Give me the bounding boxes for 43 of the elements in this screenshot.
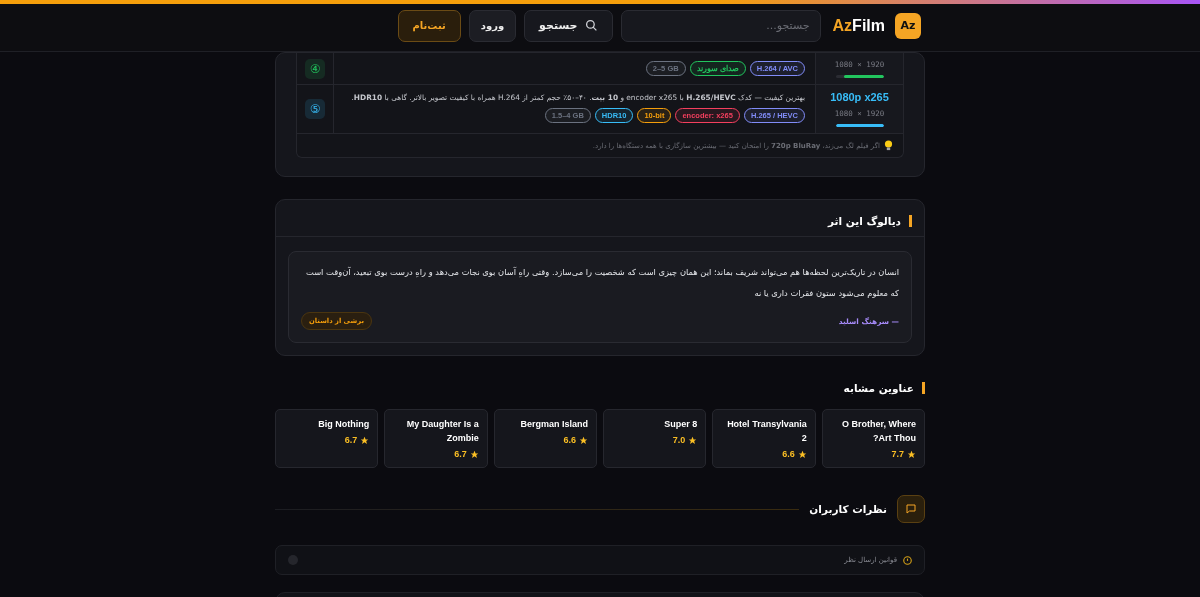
movie-title: My Daughter Is a Zombie [405, 418, 479, 445]
movie-title: Big Nothing [318, 418, 370, 431]
search-icon [584, 19, 598, 32]
quality-bar [835, 74, 884, 78]
movie-card[interactable]: Hotel Transylvania 2 6.6 [712, 409, 816, 468]
star-icon [797, 449, 807, 459]
movie-card[interactable]: My Daughter Is a Zombie 6.7 [384, 409, 488, 468]
number-badge: ⑤ [305, 99, 325, 119]
star-icon [360, 435, 370, 445]
movie-title: O Brother, Where Art Thou? [841, 418, 916, 445]
rating-text: 7.0 [672, 435, 686, 445]
star-icon [579, 435, 588, 445]
rating-text: 6.6 [782, 449, 795, 459]
logo-text[interactable]: AzFilm [832, 16, 885, 35]
movie-title: Hotel Transylvania 2 [726, 418, 807, 445]
rating-text: 6.6 [563, 435, 576, 445]
search-button[interactable]: جستجو [524, 9, 613, 42]
movie-card[interactable]: Bergman Island 6.6 [493, 409, 597, 468]
movie-card[interactable]: Big Nothing 6.7 [275, 409, 379, 468]
rating-text: 7.7 [891, 449, 904, 459]
number-badge: ④ [305, 58, 325, 79]
lightbulb-icon [884, 140, 893, 151]
rating-text: 6.7 [454, 449, 467, 459]
rating-text: 6.7 [344, 435, 358, 445]
info-icon [903, 555, 912, 565]
movie-card[interactable]: O Brother, Where Art Thou? 7.7 [821, 409, 925, 468]
quote-text: انسان در تاریک‌ترین لحظه‌ها هم می‌تواند شریف بماند؛ این همان چیزی است که شخصیت را می‌سازد. وقتی راهِ آسان بوی نجات می‌دهد و راهِ درست بوی تبعید، آن‌وقت است که معلوم می‌شود ستون فقرات داری یا نه [305, 266, 899, 300]
search-field[interactable]: جستجو... [620, 9, 821, 42]
movie-title: Bergman Island [520, 418, 588, 431]
section-title: دیالوگ این اثر [828, 215, 912, 227]
section-title: نظرات کاربران [809, 503, 887, 515]
movie-card[interactable]: Super 8 7.0 [603, 409, 707, 468]
quality-title: 1080p x265 [830, 91, 889, 103]
login-button[interactable]: ورود [468, 9, 517, 42]
signup-button[interactable]: ثبت‌نام [397, 9, 461, 42]
comment-icon [897, 495, 925, 523]
star-icon [688, 435, 698, 445]
logo-badge[interactable]: Az [895, 12, 921, 39]
quality-bar [835, 124, 884, 127]
movie-title: Super 8 [664, 418, 698, 431]
star-icon [907, 449, 916, 459]
star-icon [469, 449, 479, 459]
section-title: عناوین مشابه [843, 382, 925, 394]
